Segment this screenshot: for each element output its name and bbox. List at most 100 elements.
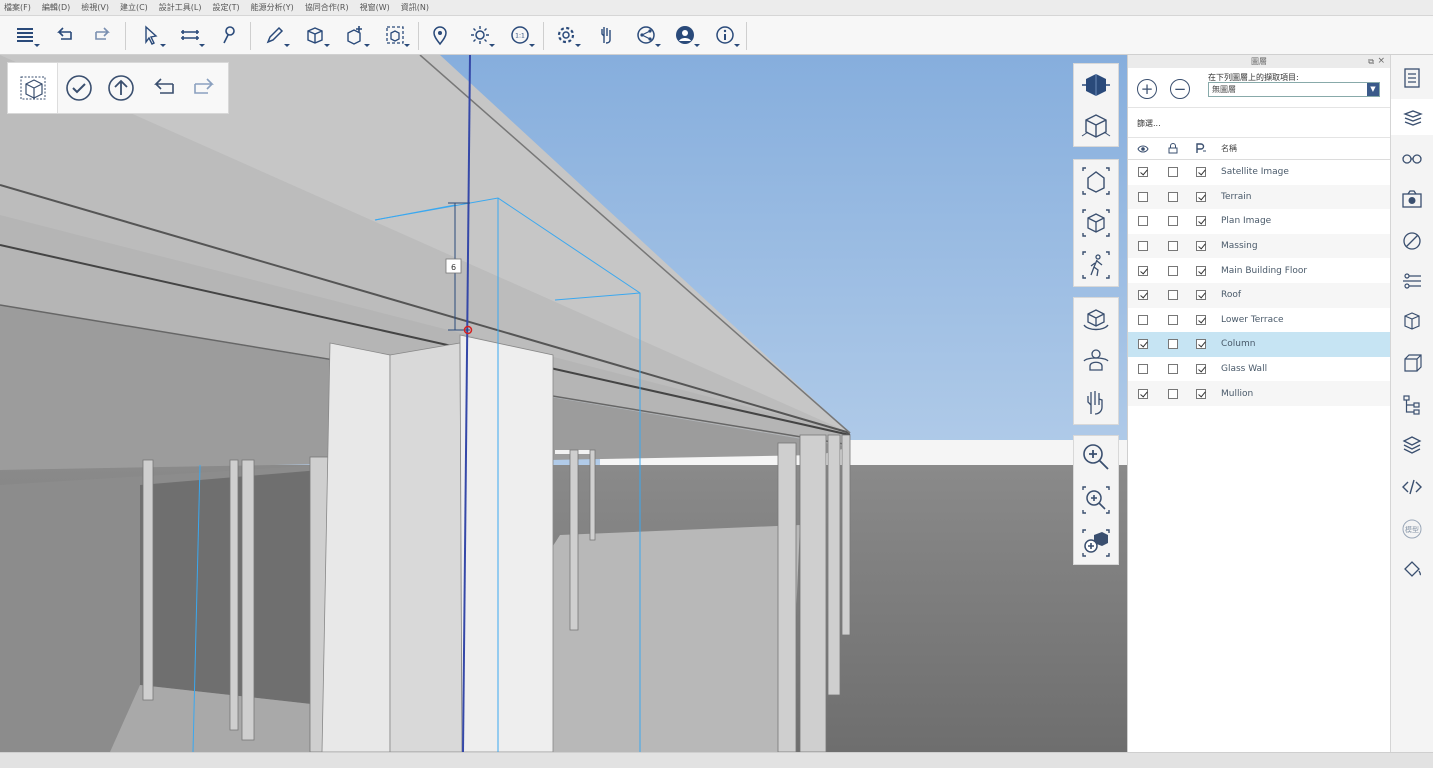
lock-checkbox[interactable]: [1168, 388, 1178, 399]
render-icon[interactable]: [1188, 143, 1214, 154]
visibility-checkbox[interactable]: [1138, 265, 1148, 276]
render-checkbox[interactable]: [1196, 265, 1206, 276]
paint-bucket-icon[interactable]: [1400, 557, 1424, 581]
location-pin-icon[interactable]: [427, 22, 453, 48]
layers-panel-icon[interactable]: [1391, 99, 1433, 135]
pan-hand-icon[interactable]: [1076, 384, 1116, 422]
tree-structure-icon[interactable]: [1400, 393, 1424, 417]
menu-item-6[interactable]: 能源分析(Y): [251, 2, 294, 13]
up-arrow-icon[interactable]: [100, 63, 142, 113]
redo-icon[interactable]: [184, 63, 226, 113]
render-checkbox[interactable]: [1196, 388, 1206, 399]
zoom-window-icon[interactable]: [1076, 481, 1116, 520]
menu-item-8[interactable]: 視窗(W): [360, 2, 390, 13]
fit-view-icon[interactable]: [1076, 204, 1116, 242]
undo-icon[interactable]: [142, 63, 184, 113]
select-arrow-icon[interactable]: [138, 22, 166, 48]
lock-checkbox[interactable]: [1168, 290, 1178, 301]
check-icon[interactable]: [58, 63, 100, 113]
menu-item-7[interactable]: 協同合作(R): [305, 2, 349, 13]
cube-view-icon[interactable]: [1400, 351, 1424, 375]
chevron-down-icon[interactable]: ▼: [1367, 83, 1379, 96]
lock-icon[interactable]: [1158, 143, 1188, 154]
filter-input[interactable]: 篩選...: [1128, 108, 1390, 138]
add-object-icon[interactable]: [342, 22, 370, 48]
menu-item-3[interactable]: 建立(C): [120, 2, 148, 13]
visibility-checkbox[interactable]: [1138, 314, 1148, 325]
layer-row[interactable]: Mullion: [1128, 381, 1390, 406]
walk-icon[interactable]: [1076, 246, 1116, 284]
stack-layers-icon[interactable]: [1400, 433, 1424, 457]
redo-icon[interactable]: [90, 22, 116, 48]
box-section-icon[interactable]: [1400, 309, 1424, 333]
visibility-checkbox[interactable]: [1138, 364, 1148, 375]
model-icon[interactable]: 模型: [1400, 517, 1424, 541]
visibility-checkbox[interactable]: [1138, 290, 1148, 301]
eye-icon[interactable]: [1128, 144, 1158, 154]
layer-row[interactable]: Glass Wall: [1128, 357, 1390, 382]
scale-icon[interactable]: 1:1: [507, 22, 535, 48]
info-icon[interactable]: [712, 22, 740, 48]
layer-row[interactable]: Satellite Image: [1128, 160, 1390, 185]
render-checkbox[interactable]: [1196, 167, 1206, 178]
layer-row[interactable]: Roof: [1128, 282, 1390, 308]
layer-row[interactable]: Lower Terrace: [1128, 308, 1390, 333]
zoom-in-icon[interactable]: [1076, 438, 1116, 477]
lock-checkbox[interactable]: [1168, 191, 1178, 202]
visibility-checkbox[interactable]: [1138, 167, 1148, 178]
add-box-icon[interactable]: [302, 22, 330, 48]
render-checkbox[interactable]: [1196, 364, 1206, 375]
camera-icon[interactable]: [1400, 187, 1424, 211]
add-layer-button[interactable]: +: [1137, 79, 1157, 99]
render-checkbox[interactable]: [1196, 241, 1206, 252]
code-icon[interactable]: [1400, 475, 1424, 499]
glasses-icon[interactable]: [1400, 145, 1424, 169]
menu-item-0[interactable]: 檔案(F): [4, 2, 31, 13]
remove-layer-button[interactable]: −: [1170, 79, 1190, 99]
sun-icon[interactable]: [467, 22, 495, 48]
visibility-checkbox[interactable]: [1138, 339, 1148, 350]
render-checkbox[interactable]: [1196, 314, 1206, 325]
close-icon[interactable]: ×: [1377, 55, 1385, 68]
layers-menu-icon[interactable]: [12, 22, 40, 48]
menu-item-5[interactable]: 設定(T): [213, 2, 240, 13]
lock-checkbox[interactable]: [1168, 314, 1178, 325]
no-visibility-icon[interactable]: [1400, 229, 1424, 253]
layer-row[interactable]: Massing: [1128, 233, 1390, 259]
view-cube-icon[interactable]: [1076, 66, 1116, 103]
lock-checkbox[interactable]: [1168, 265, 1178, 276]
3d-viewport[interactable]: 6: [0, 55, 1127, 752]
lock-checkbox[interactable]: [1168, 216, 1178, 227]
render-checkbox[interactable]: [1196, 290, 1206, 301]
probe-icon[interactable]: [216, 22, 242, 48]
visibility-checkbox[interactable]: [1138, 191, 1148, 202]
lock-checkbox[interactable]: [1168, 167, 1178, 178]
menu-item-1[interactable]: 編輯(D): [42, 2, 70, 13]
visibility-checkbox[interactable]: [1138, 216, 1148, 227]
3d-scene[interactable]: 6: [0, 55, 1127, 752]
section-plane-icon[interactable]: [1400, 269, 1424, 293]
capture-layer-select[interactable]: 無圖層 ▼: [1208, 82, 1380, 97]
share-icon[interactable]: [633, 22, 661, 48]
zoom-extents-icon[interactable]: [1076, 523, 1116, 562]
orbit-icon[interactable]: [1076, 300, 1116, 338]
settings-gear-icon[interactable]: [553, 22, 581, 48]
layer-row[interactable]: Column: [1128, 332, 1390, 357]
undo-icon[interactable]: [51, 22, 77, 48]
layer-row[interactable]: Terrain: [1128, 184, 1390, 210]
layer-row[interactable]: Plan Image: [1128, 209, 1390, 234]
pencil-draw-icon[interactable]: [262, 22, 290, 48]
render-checkbox[interactable]: [1196, 339, 1206, 350]
render-checkbox[interactable]: [1196, 216, 1206, 227]
measure-icon[interactable]: [177, 22, 205, 48]
lock-checkbox[interactable]: [1168, 339, 1178, 350]
lock-checkbox[interactable]: [1168, 241, 1178, 252]
perspective-icon[interactable]: [1076, 107, 1116, 144]
frame-box-icon[interactable]: [382, 22, 410, 48]
touch-hand-icon[interactable]: [593, 22, 619, 48]
user-account-icon[interactable]: [672, 22, 700, 48]
menu-item-9[interactable]: 資訊(N): [401, 2, 429, 13]
visibility-checkbox[interactable]: [1138, 241, 1148, 252]
look-around-icon[interactable]: [1076, 342, 1116, 380]
render-checkbox[interactable]: [1196, 191, 1206, 202]
